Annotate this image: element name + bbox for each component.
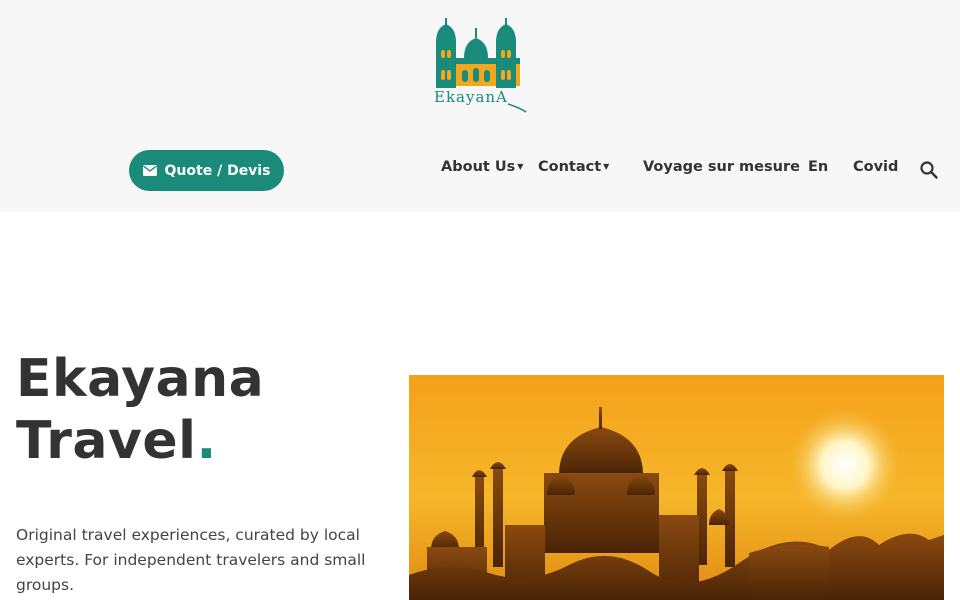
taj-mahal-sunset-image xyxy=(409,375,944,600)
envelope-icon xyxy=(142,165,157,176)
nav-covid[interactable]: Covid xyxy=(853,159,898,175)
nav-language-en[interactable]: En xyxy=(808,159,828,175)
nav-voyage-sur-mesure[interactable]: Voyage sur mesure xyxy=(643,159,800,175)
nav-voyage-label: Voyage sur mesure xyxy=(643,159,800,175)
nav-about-us-label: About Us xyxy=(441,159,516,175)
nav-about-us[interactable]: About Us ▼ xyxy=(441,159,523,175)
hero-title-line2: Travel xyxy=(16,411,197,471)
hero-image-graphic xyxy=(409,375,944,600)
hero-description: Original travel experiences, curated by … xyxy=(16,526,366,594)
caret-down-icon: ▼ xyxy=(517,162,524,171)
quote-devis-button[interactable]: Quote / Devis xyxy=(129,150,284,191)
caret-down-icon: ▼ xyxy=(603,162,610,171)
search-icon[interactable] xyxy=(919,160,939,180)
ekayana-logo[interactable]: EkayanA xyxy=(430,18,534,114)
nav-contact-label: Contact xyxy=(538,159,602,175)
nav-contact[interactable]: Contact ▼ xyxy=(538,159,609,175)
hero-title: Ekayana Travel. xyxy=(16,348,264,472)
hero-title-dot: . xyxy=(196,411,217,471)
nav-en-label: En xyxy=(808,159,829,175)
site-header: EkayanA Quote / Devis About Us ▼ Contact ▼… xyxy=(0,0,960,212)
hero-title-line1: Ekayana xyxy=(16,349,265,409)
logo-text: EkayanA xyxy=(434,88,508,106)
quote-button-label: Quote / Devis xyxy=(164,162,271,179)
nav-covid-label: Covid xyxy=(853,159,899,175)
